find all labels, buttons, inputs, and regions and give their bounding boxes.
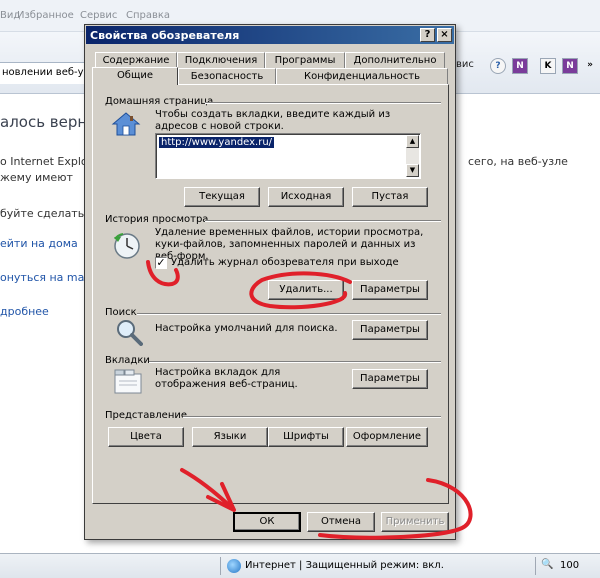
tab-programs[interactable]: Программы xyxy=(265,52,345,68)
internet-options-dialog: Свойства обозревателя ? × Содержание Под… xyxy=(84,24,456,540)
cancel-button[interactable]: Отмена xyxy=(307,512,375,532)
menu-tools[interactable]: Сервис xyxy=(80,10,117,21)
tabs-group-label: Вкладки xyxy=(105,355,150,366)
tabs-icon xyxy=(113,369,143,398)
group-divider xyxy=(205,102,441,104)
search-icon xyxy=(115,318,143,349)
k-icon[interactable]: K xyxy=(540,58,556,74)
extras-icon[interactable]: » xyxy=(582,58,598,74)
browser-tab[interactable]: новлении веб-узла xyxy=(0,62,92,84)
tab-connections[interactable]: Подключения xyxy=(177,52,265,68)
use-default-button[interactable]: Исходная xyxy=(268,187,344,207)
tabs-description: Настройка вкладок для отображения веб-ст… xyxy=(155,367,298,390)
page-text-line: сего, на веб-узле xyxy=(468,155,568,168)
menu-help[interactable]: Справка xyxy=(126,10,170,21)
tab-content[interactable]: Содержание xyxy=(95,52,177,68)
onenote-linked-icon[interactable]: N xyxy=(562,58,578,74)
colors-button[interactable]: Цвета xyxy=(108,427,184,447)
search-description: Настройка умолчаний для поиска. xyxy=(155,323,338,334)
home-page-group-label: Домашняя страница xyxy=(105,96,214,107)
page-link[interactable]: ейти на дома xyxy=(0,237,78,250)
service-menu[interactable]: вис xyxy=(456,59,474,70)
scroll-down-icon[interactable]: ▼ xyxy=(406,164,419,177)
delete-on-exit-label[interactable]: Удалить журнал обозревателя при выходе xyxy=(171,257,399,269)
menu-favorites[interactable]: Избранное xyxy=(17,10,74,21)
dialog-titlebar[interactable]: Свойства обозревателя ? × xyxy=(86,26,454,44)
history-group-label: История просмотра xyxy=(105,214,209,225)
delete-history-button[interactable]: Удалить... xyxy=(268,280,344,300)
status-separator xyxy=(535,557,536,575)
history-icon xyxy=(111,231,143,264)
status-bar: Интернет | Защищенный режим: вкл. 🔍 100 xyxy=(0,553,600,578)
apply-button[interactable]: Применить xyxy=(381,512,449,532)
fonts-button[interactable]: Шрифты xyxy=(268,427,344,447)
group-divider xyxy=(149,361,441,363)
tab-general[interactable]: Общие xyxy=(92,67,178,85)
group-divider xyxy=(137,313,441,315)
search-group-label: Поиск xyxy=(105,307,137,318)
home-page-url-field[interactable]: http://www.yandex.ru/ ▲ ▼ xyxy=(155,133,421,179)
url-field-scrollbar[interactable]: ▲ ▼ xyxy=(406,135,419,177)
tabs-settings-button[interactable]: Параметры xyxy=(352,369,428,389)
tab-security[interactable]: Безопасность xyxy=(178,68,276,84)
delete-on-exit-checkbox[interactable]: ✓ xyxy=(155,257,167,269)
group-divider xyxy=(183,416,441,418)
page-text-line: буйте сделать с xyxy=(0,207,94,220)
ok-button[interactable]: ОК xyxy=(233,512,301,532)
history-settings-button[interactable]: Параметры xyxy=(352,280,428,300)
close-button[interactable]: × xyxy=(437,28,452,42)
globe-icon xyxy=(227,559,241,573)
help-icon[interactable]: ? xyxy=(490,58,506,74)
page-text-line: o Internet Explo xyxy=(0,155,88,168)
general-tab-panel: Домашняя страница Чтобы создать вкладки,… xyxy=(92,84,449,504)
dialog-title: Свойства обозревателя xyxy=(90,29,240,42)
page-link[interactable]: онуться на mai xyxy=(0,271,87,284)
help-button[interactable]: ? xyxy=(420,28,435,42)
search-settings-button[interactable]: Параметры xyxy=(352,320,428,340)
page-link[interactable]: дробнее xyxy=(0,305,49,318)
page-text-line: жему имеют xyxy=(0,171,73,184)
languages-button[interactable]: Языки xyxy=(192,427,268,447)
accessibility-button[interactable]: Оформление xyxy=(346,427,428,447)
home-page-url-value: http://www.yandex.ru/ xyxy=(159,137,275,148)
onenote-icon[interactable]: N xyxy=(512,58,528,74)
use-blank-button[interactable]: Пустая xyxy=(352,187,428,207)
appearance-group-label: Представление xyxy=(105,410,188,421)
page-heading: алось верн xyxy=(0,113,88,131)
status-separator xyxy=(220,557,221,575)
group-divider xyxy=(205,220,441,222)
use-current-button[interactable]: Текущая xyxy=(184,187,260,207)
tab-advanced[interactable]: Дополнительно xyxy=(345,52,445,68)
home-page-description: Чтобы создать вкладки, введите каждый из… xyxy=(155,109,391,132)
security-zone-text: Интернет | Защищенный режим: вкл. xyxy=(245,560,444,571)
zoom-icon[interactable]: 🔍 xyxy=(541,559,553,570)
zoom-level[interactable]: 100 xyxy=(560,560,579,571)
tab-privacy[interactable]: Конфиденциальность xyxy=(276,68,448,84)
scroll-up-icon[interactable]: ▲ xyxy=(406,135,419,148)
home-icon xyxy=(111,111,141,140)
